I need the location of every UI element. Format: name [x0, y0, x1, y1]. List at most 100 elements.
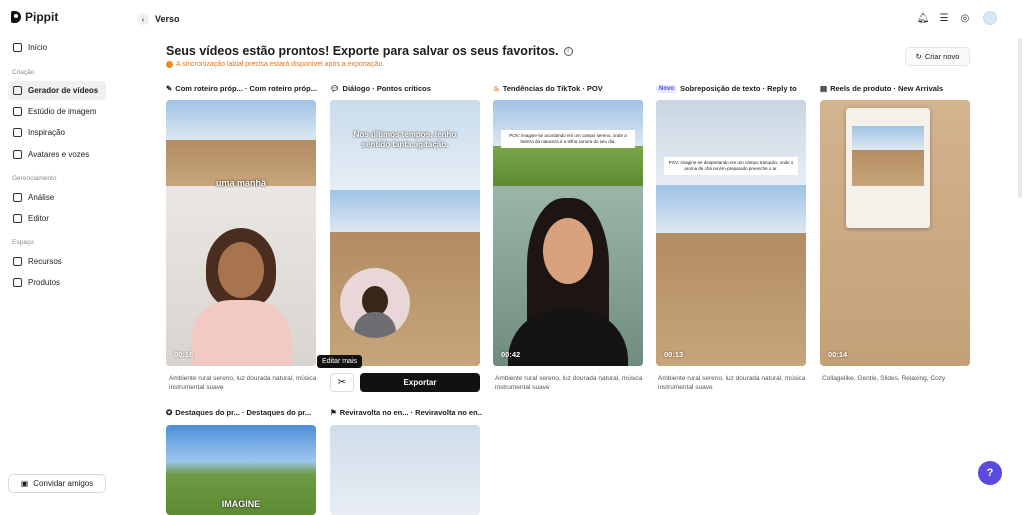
overlay-caption: uma manhã — [215, 178, 266, 188]
sidebar-item-editor[interactable]: Editor — [8, 209, 106, 228]
refresh-icon: ↻ — [915, 52, 922, 61]
export-button[interactable]: Exportar — [360, 373, 480, 392]
fire-icon: ♨ — [493, 84, 500, 93]
overlay-caption: POV: imagine-se acordando em um campo se… — [501, 130, 635, 148]
create-new-label: Criar novo — [924, 52, 960, 61]
sidebar-item-label: Avatares e vozes — [28, 150, 90, 159]
card-title-text: Diálogo · Pontos críticos — [342, 84, 431, 93]
polaroid-frame — [846, 108, 930, 228]
card-caption-1: Ambiente rural sereno, luz dourada natur… — [169, 375, 317, 391]
sidebar-item-label: Recursos — [28, 257, 62, 266]
card-title-5: ▤ Reels de produto · New Arrivals — [820, 84, 972, 93]
sidebar-item-recursos[interactable]: Recursos — [8, 252, 106, 271]
card-title-6: ✪ Destaques do pr... · Destaques do pr... — [166, 408, 318, 417]
sidebar-item-inspiracao[interactable]: Inspiração — [8, 123, 106, 142]
section-title-criacao: Criação — [12, 69, 35, 76]
card-title-text: Reels de produto · New Arrivals — [830, 84, 944, 93]
card-title-text: Sobreposição de texto · Reply to — [680, 84, 797, 93]
duration-badge: 00:42 — [501, 350, 521, 359]
sync-warning: A sincronização labial precisa estará di… — [166, 61, 384, 68]
video-card-3[interactable]: POV: imagine-se acordando em um campo se… — [493, 100, 643, 366]
avatar-icon — [13, 150, 22, 159]
overlay-caption: POV: imagine-se despertando em um campo … — [664, 157, 798, 175]
sidebar-item-avatares-e-vozes[interactable]: Avatares e vozes — [8, 145, 106, 164]
editor-icon — [13, 214, 22, 223]
invite-friends-button[interactable]: ▣ Convidar amigos — [8, 474, 106, 493]
app-logo[interactable]: Pippit — [11, 10, 58, 24]
chat-icon: 💬︎ — [330, 84, 340, 93]
inbox-icon[interactable]: ☰ — [938, 12, 950, 24]
card-caption-5: Collagelike, Gentle, Slides, Relaxing, C… — [822, 375, 946, 382]
warning-text: A sincronização labial precisa estará di… — [176, 61, 385, 68]
card-title-7: ⚑ Reviravolta no en... · Reviravolta no e… — [330, 408, 482, 417]
sidebar-item-label: Início — [28, 43, 48, 52]
sidebar-item-label: Estúdio de imagem — [28, 107, 97, 116]
sidebar-item-label: Editor — [28, 214, 49, 223]
card-title-text: Com roteiro próp... · Com roteiro próp..… — [175, 84, 317, 93]
bell-icon[interactable]: 🔔︎ — [917, 12, 930, 24]
sidebar-item-gerador-de-videos[interactable]: Gerador de vídeos — [8, 81, 106, 100]
language-icon[interactable]: ◎ — [959, 12, 971, 24]
cloud-icon — [13, 257, 22, 266]
card-title-2: 💬︎ Diálogo · Pontos críticos — [330, 84, 482, 93]
image-icon — [13, 107, 22, 116]
sidebar-item-estudio-de-imagem[interactable]: Estúdio de imagem — [8, 102, 106, 121]
card-title-4: Novo Sobreposição de texto · Reply to — [656, 84, 808, 93]
video-card-6[interactable]: IMAGINE — [166, 425, 316, 515]
card-title-3: ♨ Tendências do TikTok · POV — [493, 84, 645, 93]
info-icon[interactable]: i — [563, 46, 573, 56]
sidebar-item-label: Inspiração — [28, 128, 65, 137]
grass-field — [493, 146, 643, 186]
pip-shirt — [354, 312, 396, 338]
card-title-text: Reviravolta no en... · Reviravolta no en… — [339, 408, 482, 417]
inspiration-icon — [13, 128, 22, 137]
section-title-gerenciamento: Gerenciamento — [12, 175, 57, 182]
card-caption-4: Ambiente rural sereno, luz dourada natur… — [658, 375, 806, 391]
home-icon — [13, 43, 22, 52]
page-title: Verso — [155, 14, 180, 24]
sidebar-item-label: Análise — [28, 193, 55, 202]
scrollbar[interactable] — [1018, 38, 1022, 198]
sidebar-item-produtos[interactable]: Produtos — [8, 273, 106, 292]
duration-badge: 00:16 — [174, 350, 194, 359]
product-icon — [13, 278, 22, 287]
card-title-text: Tendências do TikTok · POV — [502, 84, 603, 93]
create-new-button[interactable]: ↻ Criar novo — [905, 47, 970, 66]
sidebar-item-analise[interactable]: Análise — [8, 188, 106, 207]
invite-label: Convidar amigos — [33, 479, 94, 488]
help-button[interactable]: ? — [978, 461, 1002, 485]
video-card-5[interactable]: 00:14 — [820, 100, 970, 366]
new-badge: Novo — [656, 84, 677, 93]
product-icon: ▤ — [820, 84, 828, 93]
presenter-face — [543, 218, 593, 284]
sidebar: Pippit Início Criação Gerador de vídeos … — [0, 0, 120, 508]
video-card-2[interactable]: Nos últimos tempos, tenho sentido tanta … — [330, 100, 480, 366]
analytics-icon — [13, 193, 22, 202]
avatar[interactable] — [983, 11, 997, 25]
scissors-icon: ✂ — [337, 377, 347, 388]
presenter-face — [218, 242, 264, 298]
pippit-logo-icon — [11, 11, 21, 23]
app-name: Pippit — [25, 10, 59, 24]
video-card-7[interactable] — [330, 425, 480, 515]
headline-text: Seus vídeos estão prontos! Exporte para … — [166, 44, 559, 58]
edit-more-tooltip: Editar mais — [317, 355, 363, 368]
pip-presenter — [340, 268, 410, 338]
question-icon: ? — [986, 467, 994, 479]
back-button[interactable]: ‹ — [137, 13, 149, 25]
sidebar-item-label: Produtos — [28, 278, 61, 287]
polaroid-field — [852, 150, 924, 186]
edit-button[interactable]: ✂ — [330, 373, 354, 392]
video-generator-icon — [13, 86, 22, 95]
star-icon: ✪ — [166, 408, 173, 417]
polaroid-sky — [852, 126, 924, 150]
sky-lower — [656, 185, 806, 233]
sidebar-item-inicio[interactable]: Início — [8, 38, 106, 57]
headline: Seus vídeos estão prontos! Exporte para … — [166, 44, 573, 58]
duration-badge: 00:14 — [828, 350, 848, 359]
warning-icon — [166, 61, 173, 68]
video-card-1[interactable]: uma manhã 00:16 — [166, 100, 316, 366]
video-card-4[interactable]: POV: imagine-se despertando em um campo … — [656, 100, 806, 366]
field — [656, 233, 806, 366]
overlay-caption: Nos últimos tempos, tenho sentido tanta … — [353, 130, 457, 149]
